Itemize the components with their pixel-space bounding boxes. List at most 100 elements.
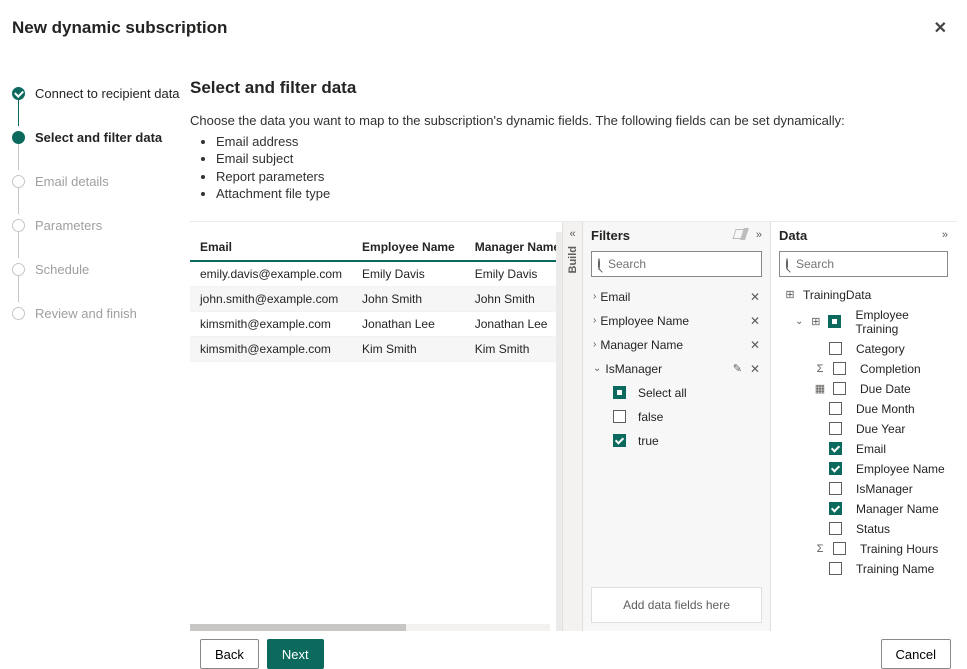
checkbox[interactable] [613,434,626,447]
filter-label: IsManager [605,362,662,376]
field-label: Email [856,442,886,456]
bullet-item: Report parameters [216,168,957,186]
main-pane: Select and filter data Choose the data y… [190,56,967,631]
step-label: Email details [35,174,109,189]
sigma-icon [813,363,827,375]
chevron-icon: ⌄ [593,363,601,374]
step-indicator-icon [12,263,25,276]
table-icon: ⊞ [809,315,822,328]
step-select-and-filter-data[interactable]: Select and filter data [12,126,180,148]
table-row[interactable]: john.smith@example.comJohn SmithJohn Smi… [190,286,562,311]
checkbox[interactable] [829,482,842,495]
chevron-down-icon: ⌄ [795,316,803,327]
table-row[interactable]: emily.davis@example.comEmily DavisEmily … [190,261,562,287]
datasource-node[interactable]: ⊞TrainingData [779,285,948,305]
dialog-title: New dynamic subscription [12,18,227,38]
table-cell: emily.davis@example.com [190,261,352,287]
filter-item-manager-name[interactable]: ›Manager Name✕ [591,333,762,357]
remove-filter-icon[interactable]: ✕ [750,290,760,304]
checkbox[interactable] [833,362,846,375]
filters-search-input[interactable] [606,256,765,272]
step-label: Review and finish [35,306,137,321]
data-search-input[interactable] [794,256,953,272]
field-category[interactable]: Category [779,339,948,359]
filter-option[interactable]: false [591,405,762,429]
checkbox[interactable] [613,386,626,399]
checkbox[interactable] [829,502,842,515]
search-icon [598,258,600,270]
step-email-details[interactable]: Email details [12,170,180,192]
field-label: Category [856,342,905,356]
filter-item-employee-name[interactable]: ›Employee Name✕ [591,309,762,333]
table-node[interactable]: ⌄ ⊞ Employee Training [779,305,948,339]
checkbox[interactable] [829,342,842,355]
page-description: Choose the data you want to map to the s… [190,112,957,203]
expand-data-icon[interactable]: » [942,229,948,241]
build-tab[interactable]: « Build [562,222,582,631]
column-header[interactable]: Email [190,232,352,261]
remove-filter-icon[interactable]: ✕ [750,314,760,328]
filter-item-ismanager[interactable]: ⌄ IsManager ✎ ✕ [591,357,762,381]
step-parameters[interactable]: Parameters [12,214,180,236]
field-label: Manager Name [856,502,939,516]
field-due-year[interactable]: Due Year [779,419,948,439]
checkbox[interactable] [828,315,841,328]
step-review-and-finish[interactable]: Review and finish [12,302,180,324]
wizard-stepper: Connect to recipient data Select and filt… [0,56,190,631]
filters-title: Filters [591,228,630,243]
step-indicator-icon [12,219,25,232]
checkbox[interactable] [829,562,842,575]
data-title: Data [779,228,807,243]
step-label: Parameters [35,218,102,233]
field-ismanager[interactable]: IsManager [779,479,948,499]
expand-pane-icon[interactable]: » [756,229,762,242]
bullet-item: Email address [216,133,957,151]
field-status[interactable]: Status [779,519,948,539]
table-cell: Emily Davis [352,261,465,287]
edit-filter-icon[interactable]: ✎ [733,362,742,375]
chevron-icon: › [593,315,596,326]
filter-item-email[interactable]: ›Email✕ [591,285,762,309]
checkbox[interactable] [829,402,842,415]
table-cell: kimsmith@example.com [190,311,352,336]
column-header[interactable]: Manager Name [465,232,562,261]
step-indicator-icon [12,307,25,320]
table-row[interactable]: kimsmith@example.comKim SmithKim Smith [190,336,562,361]
checkbox[interactable] [829,522,842,535]
table-cell: Jonathan Lee [352,311,465,336]
field-due-month[interactable]: Due Month [779,399,948,419]
field-manager-name[interactable]: Manager Name [779,499,948,519]
filters-dropzone[interactable]: Add data fields here [591,587,762,623]
field-training-name[interactable]: Training Name [779,559,948,579]
step-schedule[interactable]: Schedule [12,258,180,280]
checkbox[interactable] [613,410,626,423]
column-header[interactable]: Employee Name [352,232,465,261]
field-due-date[interactable]: ▦Due Date [779,379,948,399]
table-row[interactable]: kimsmith@example.comJonathan LeeJonathan… [190,311,562,336]
filter-label: Email [600,290,630,304]
field-training-hours[interactable]: Training Hours [779,539,948,559]
filters-search[interactable] [591,251,762,277]
checkbox[interactable] [833,542,846,555]
checkbox[interactable] [829,462,842,475]
field-email[interactable]: Email [779,439,948,459]
checkbox[interactable] [833,382,846,395]
field-label: Status [856,522,890,536]
close-icon[interactable]: ✕ [934,18,947,38]
checkbox[interactable] [829,442,842,455]
field-employee-name[interactable]: Employee Name [779,459,948,479]
filter-option[interactable]: true [591,429,762,453]
step-label: Select and filter data [35,130,162,145]
remove-filter-icon[interactable]: ✕ [750,338,760,352]
checkbox[interactable] [829,422,842,435]
field-completion[interactable]: Completion [779,359,948,379]
remove-filter-icon[interactable]: ✕ [750,362,760,376]
clear-filters-icon[interactable] [734,229,746,242]
table-cell: Emily Davis [465,261,562,287]
filters-pane: Filters » ›Email✕›Employee Name✕›Manager… [582,222,770,631]
horizontal-scrollbar[interactable] [190,624,550,631]
step-connect-to-recipient-data[interactable]: Connect to recipient data [12,82,180,104]
filter-option[interactable]: Select all [591,381,762,405]
data-search[interactable] [779,251,948,277]
step-label: Connect to recipient data [35,86,180,101]
